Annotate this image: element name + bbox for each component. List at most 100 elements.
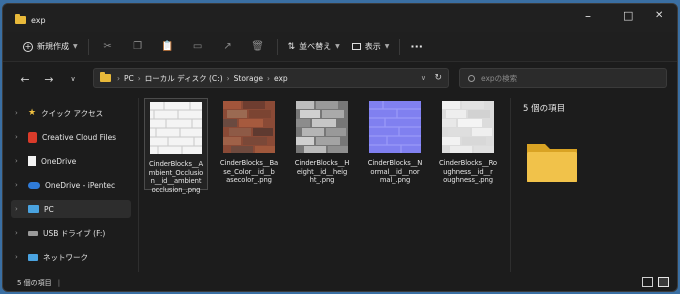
sidebar-item-label: ネットワーク xyxy=(43,252,88,262)
height-thumbnail xyxy=(296,101,348,153)
chevron-right-icon[interactable]: › xyxy=(15,253,23,261)
search-placeholder: expの検索 xyxy=(481,73,518,83)
address-row: ← → ∨ ↑ › PC › ローカル ディスク (C:) › Storage … xyxy=(3,62,677,96)
sidebar-item-label: クイック アクセス xyxy=(41,108,104,118)
normal-thumbnail xyxy=(369,101,421,153)
pane-divider[interactable] xyxy=(138,98,139,272)
title-bar: exp – □ ✕ xyxy=(3,4,677,32)
file-item[interactable]: CinderBlocks__Ro ughness__id__r oughness… xyxy=(436,98,500,190)
paste-icon[interactable]: 📋 xyxy=(153,41,183,52)
chevron-right-icon[interactable]: › xyxy=(15,157,23,165)
new-label: 新規作成 xyxy=(37,42,69,51)
breadcrumb-chevron-icon: › xyxy=(266,73,270,83)
view-label: 表示 xyxy=(364,42,381,51)
folder-icon xyxy=(15,14,26,24)
chevron-right-icon[interactable]: › xyxy=(15,109,23,117)
more-options-button[interactable]: ··· xyxy=(404,36,429,58)
back-arrow-icon[interactable]: ← xyxy=(13,73,37,86)
sidebar-item-network[interactable]: › ネットワーク xyxy=(11,248,131,266)
refresh-icon[interactable]: ↻ xyxy=(434,73,442,83)
file-name: CinderBlocks__Ro ughness__id__r oughness… xyxy=(439,159,497,185)
new-button[interactable]: + 新規作成 ▼ xyxy=(17,36,84,58)
roughness-thumbnail xyxy=(442,101,494,153)
onedrive-icon xyxy=(28,181,40,189)
tiles-view-icon[interactable] xyxy=(658,277,669,287)
file-item[interactable]: CinderBlocks__A mbient_Occlusio n__id__a… xyxy=(144,98,208,194)
sidebar-item-label: OneDrive - iPentec xyxy=(45,180,116,190)
sidebar-item-onedrive[interactable]: › OneDrive xyxy=(11,152,131,170)
address-dropdown-icon[interactable]: ∨ xyxy=(421,74,426,82)
breadcrumb-local-disk[interactable]: ローカル ディスク (C:) xyxy=(145,73,223,84)
sidebar-item-label: OneDrive xyxy=(41,156,77,166)
chevron-right-icon[interactable]: › xyxy=(15,133,23,141)
breadcrumb-chevron-icon: › xyxy=(137,73,141,83)
command-bar: + 新規作成 ▼ ✂ ❐ 📋 ▭ ↗ 🗑 ⇅ 並べ替え ▼ 表示 ▼ ··· xyxy=(3,32,677,62)
sidebar-item-creative-cloud[interactable]: › Creative Cloud Files xyxy=(11,128,131,146)
close-button[interactable]: ✕ xyxy=(655,10,663,22)
chevron-right-icon[interactable]: › xyxy=(15,205,23,213)
plus-circle-icon: + xyxy=(23,41,33,52)
chevron-down-icon: ▼ xyxy=(73,43,78,50)
ambient-occlusion-thumbnail xyxy=(150,102,202,154)
explorer-window: exp – □ ✕ + 新規作成 ▼ ✂ ❐ 📋 ▭ ↗ 🗑 ⇅ 並べ替え ▼ … xyxy=(2,3,678,292)
breadcrumb-exp[interactable]: exp xyxy=(274,74,288,83)
chevron-right-icon[interactable]: › xyxy=(15,181,23,189)
delete-icon[interactable]: 🗑 xyxy=(243,41,273,52)
file-item[interactable]: CinderBlocks__H eight__id__heig ht_.png xyxy=(290,98,354,190)
breadcrumb-chevron-icon: › xyxy=(117,73,120,83)
view-icon xyxy=(351,43,361,50)
folder-icon xyxy=(527,144,577,182)
search-icon xyxy=(468,74,475,82)
minimize-button[interactable]: – xyxy=(585,10,591,22)
chevron-down-icon: ▼ xyxy=(335,43,340,50)
search-input[interactable]: expの検索 xyxy=(459,68,667,88)
toolbar-divider xyxy=(399,38,401,55)
file-name: CinderBlocks__Ba se_Color__id__b asecolo… xyxy=(219,159,279,185)
sidebar-item-label: Creative Cloud Files xyxy=(42,132,117,142)
sidebar-item-pc[interactable]: › PC xyxy=(11,200,131,218)
tab-exp[interactable]: exp xyxy=(7,8,247,32)
file-item[interactable]: CinderBlocks__Ba se_Color__id__b asecolo… xyxy=(217,98,281,190)
toolbar-divider xyxy=(87,38,89,55)
star-icon: ★ xyxy=(28,108,37,118)
share-icon[interactable]: ↗ xyxy=(213,41,243,52)
status-divider: | xyxy=(57,278,61,287)
file-item[interactable]: CinderBlocks__N ormal__id__nor mal_.png xyxy=(363,98,427,190)
sidebar-item-onedrive-ipentec[interactable]: › OneDrive - iPentec xyxy=(11,176,131,194)
file-name: CinderBlocks__H eight__id__heig ht_.png xyxy=(294,159,350,185)
file-name: CinderBlocks__A mbient_Occlusio n__id__a… xyxy=(148,160,204,194)
view-button[interactable]: 表示 ▼ xyxy=(346,36,396,58)
preview-item-count: 5 個の項目 xyxy=(523,104,566,114)
cut-icon[interactable]: ✂ xyxy=(93,41,123,52)
maximize-button[interactable]: □ xyxy=(623,10,633,22)
copy-icon[interactable]: ❐ xyxy=(123,41,153,52)
file-list: CinderBlocks__A mbient_Occlusio n__id__a… xyxy=(140,98,510,272)
sidebar-item-quick-access[interactable]: › ★ クイック アクセス xyxy=(11,104,131,122)
sidebar-item-label: USB ドライブ (F:) xyxy=(43,228,106,238)
chevron-right-icon[interactable]: › xyxy=(15,229,23,237)
recent-chevron-icon[interactable]: ∨ xyxy=(61,75,85,83)
chevron-down-icon: ▼ xyxy=(384,43,390,50)
address-bar[interactable]: › PC › ローカル ディスク (C:) › Storage › exp ∨ … xyxy=(93,68,449,88)
sidebar-item-usb-drive[interactable]: › USB ドライブ (F:) xyxy=(11,224,131,242)
network-icon xyxy=(28,253,38,261)
status-bar: 5 個の項目 | xyxy=(3,272,677,291)
sort-label: 並べ替え xyxy=(299,42,332,51)
breadcrumb-pc[interactable]: PC xyxy=(124,74,134,83)
sort-icon: ⇅ xyxy=(287,41,296,52)
details-view-icon[interactable] xyxy=(642,277,653,287)
sidebar-item-label: PC xyxy=(44,204,54,214)
forward-arrow-icon[interactable]: → xyxy=(37,73,61,86)
status-item-count: 5 個の項目 xyxy=(17,278,52,287)
folder-icon xyxy=(100,72,111,82)
pc-icon xyxy=(28,205,39,213)
usb-drive-icon xyxy=(28,230,38,236)
breadcrumb-storage[interactable]: Storage xyxy=(234,74,263,83)
details-pane: 5 個の項目 xyxy=(510,98,677,272)
sort-button[interactable]: ⇅ 並べ替え ▼ xyxy=(282,36,346,58)
base-color-thumbnail xyxy=(223,101,275,153)
tab-title: exp xyxy=(31,15,46,25)
toolbar-divider xyxy=(276,38,278,55)
creative-cloud-icon xyxy=(28,131,37,143)
rename-icon[interactable]: ▭ xyxy=(183,41,213,52)
